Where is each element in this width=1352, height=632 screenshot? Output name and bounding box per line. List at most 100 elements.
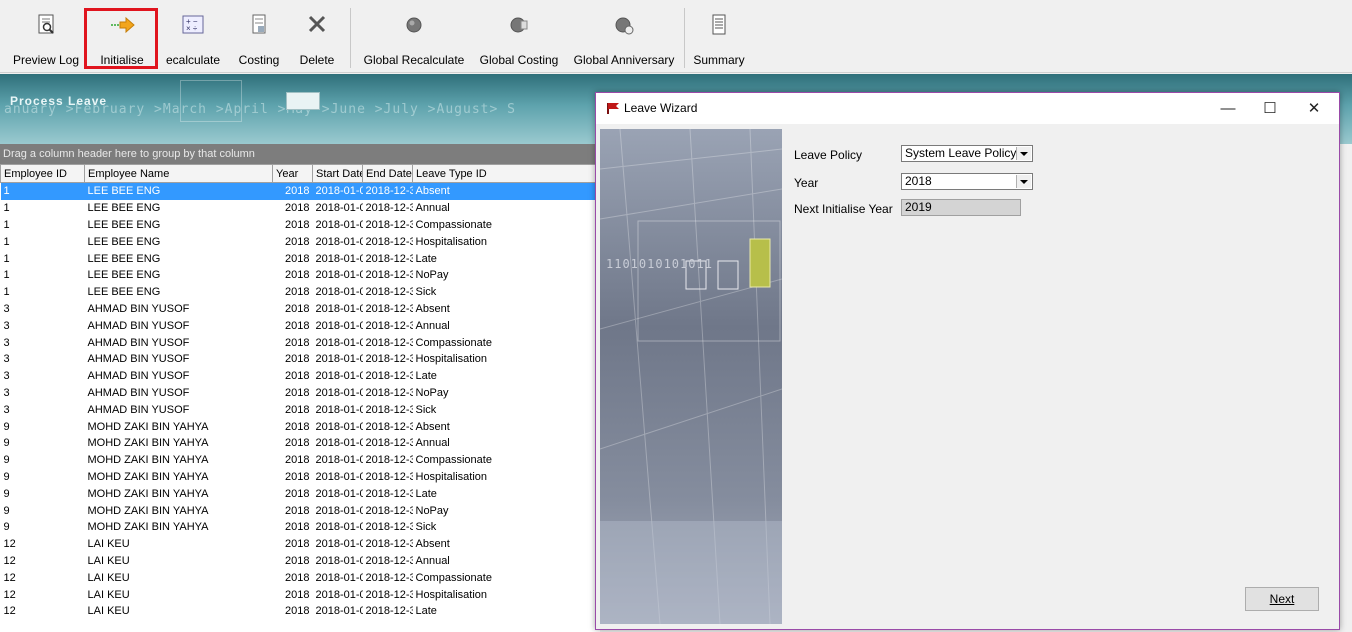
cell-employee-id: 3	[3, 386, 10, 399]
table-row[interactable]: 9 MOHD ZAKI BIN YAHYA 2018 2018-01-012018-1…	[1, 485, 601, 502]
table-row[interactable]: 3 AHMAD BIN YUSOF 2018 2018-01-012018-12-31…	[1, 351, 601, 368]
table-row[interactable]: 9 MOHD ZAKI BIN YAHYA 2018 2018-01-012018-1…	[1, 502, 601, 519]
recalculate-button[interactable]: + − × ÷ ecalculate	[160, 6, 226, 68]
leave-policy-select[interactable]: System Leave Policy	[901, 145, 1033, 162]
table-row[interactable]: 3 AHMAD BIN YUSOF 2018 2018-01-012018-12-31…	[1, 334, 601, 351]
global-costing-button[interactable]: Global Costing	[474, 6, 564, 68]
cell-employee-id: 1	[3, 235, 10, 248]
cell-end-date: 2018-12-31	[365, 202, 413, 215]
cell-employee-name: LAI KEU	[87, 554, 130, 567]
banner-thumbnail	[286, 92, 320, 110]
summary-button[interactable]: Summary	[690, 6, 748, 68]
cell-employee-name: LEE BEE ENG	[87, 235, 161, 248]
leave-wizard-dialog: Leave Wizard — ☐ ✕ 1101010101011 Leave P…	[595, 92, 1340, 630]
table-row[interactable]: 12 LAI KEU 2018 2018-01-012018-12-31Hospita…	[1, 586, 601, 603]
cell-end-date: 2018-12-31	[365, 487, 413, 500]
cell-end-date: 2018-12-31	[365, 605, 413, 618]
table-row[interactable]: 12 LAI KEU 2018 2018-01-012018-12-31Late	[1, 603, 601, 620]
cell-year: 2018	[285, 588, 310, 601]
cell-start-date: 2018-01-01	[315, 252, 363, 265]
cell-leave-type-id: Annual	[415, 319, 450, 332]
table-row[interactable]: 3 AHMAD BIN YUSOF 2018 2018-01-012018-12-31…	[1, 385, 601, 402]
table-row[interactable]: 9 MOHD ZAKI BIN YAHYA 2018 2018-01-012018-1…	[1, 418, 601, 435]
cell-year: 2018	[285, 521, 310, 534]
cell-year: 2018	[285, 319, 310, 332]
table-row[interactable]: 1 LEE BEE ENG 2018 2018-01-012018-12-31Comp…	[1, 217, 601, 234]
col-header-employee-id[interactable]: Employee ID	[0, 164, 85, 183]
table-row[interactable]: 9 MOHD ZAKI BIN YAHYA 2018 2018-01-012018-1…	[1, 435, 601, 452]
cell-leave-type-id: NoPay	[415, 269, 449, 282]
col-header-start-date[interactable]: Start Date	[312, 164, 363, 183]
cell-leave-type-id: Sick	[415, 403, 437, 416]
cell-end-date: 2018-12-31	[365, 554, 413, 567]
cell-end-date: 2018-12-31	[365, 437, 413, 450]
table-row[interactable]: 12 LAI KEU 2018 2018-01-012018-12-31Absent	[1, 536, 601, 553]
summary-label: Summary	[693, 53, 745, 67]
year-label: Year	[794, 176, 819, 190]
cell-employee-id: 9	[3, 454, 10, 467]
summary-icon	[712, 14, 726, 35]
minimize-button[interactable]: —	[1206, 97, 1250, 121]
year-select[interactable]: 2018	[901, 173, 1033, 190]
global-anniversary-button[interactable]: Global Anniversary	[570, 6, 678, 68]
cell-start-date: 2018-01-01	[315, 437, 363, 450]
chevron-down-icon[interactable]	[1016, 147, 1031, 160]
costing-button[interactable]: Costing	[234, 6, 284, 68]
cell-end-date: 2018-12-31	[365, 403, 413, 416]
cell-employee-name: LEE BEE ENG	[87, 202, 161, 215]
next-button-label: Next	[1269, 592, 1295, 606]
table-row[interactable]: 3 AHMAD BIN YUSOF 2018 2018-01-012018-12-31…	[1, 317, 601, 334]
col-header-employee-name[interactable]: Employee Name	[84, 164, 273, 183]
table-row[interactable]: 1 LEE BEE ENG 2018 2018-01-012018-12-31NoPa…	[1, 267, 601, 284]
table-row[interactable]: 9 MOHD ZAKI BIN YAHYA 2018 2018-01-012018-1…	[1, 452, 601, 469]
cell-leave-type-id: NoPay	[415, 386, 449, 399]
table-row[interactable]: 1 LEE BEE ENG 2018 2018-01-012018-12-31Annu…	[1, 200, 601, 217]
table-row[interactable]: 12 LAI KEU 2018 2018-01-012018-12-31Compass…	[1, 569, 601, 586]
table-row[interactable]: 3 AHMAD BIN YUSOF 2018 2018-01-012018-12-31…	[1, 401, 601, 418]
table-row[interactable]: 3 AHMAD BIN YUSOF 2018 2018-01-012018-12-31…	[1, 368, 601, 385]
delete-button[interactable]: Delete	[292, 6, 342, 68]
cell-employee-id: 12	[3, 554, 16, 567]
table-row[interactable]: 1 LEE BEE ENG 2018 2018-01-012018-12-31Sick	[1, 284, 601, 301]
maximize-button[interactable]: ☐	[1248, 97, 1292, 121]
cell-employee-id: 1	[3, 252, 10, 265]
cell-leave-type-id: Compassionate	[415, 218, 492, 231]
table-row[interactable]: 12 LAI KEU 2018 2018-01-012018-12-31Annual	[1, 553, 601, 570]
next-button[interactable]: Next	[1245, 587, 1319, 611]
cell-employee-id: 3	[3, 370, 10, 383]
cell-year: 2018	[285, 571, 310, 584]
cell-end-date: 2018-12-31	[365, 302, 413, 315]
table-row[interactable]: 9 MOHD ZAKI BIN YAHYA 2018 2018-01-012018-1…	[1, 469, 601, 486]
cell-year: 2018	[285, 605, 310, 618]
table-row[interactable]: 1 LEE BEE ENG 2018 2018-01-012018-12-31Late	[1, 250, 601, 267]
group-by-hint[interactable]: Drag a column header here to group by th…	[0, 144, 600, 164]
col-header-leave-type-id[interactable]: Leave Type ID	[412, 164, 600, 183]
table-row[interactable]: 1LEE BEE ENG20182018-01-012018-12-31Abse…	[0, 182, 600, 200]
cell-employee-id: 1	[3, 286, 10, 299]
table-row[interactable]: 3 AHMAD BIN YUSOF 2018 2018-01-012018-12-31…	[1, 301, 601, 318]
global-recalculate-button[interactable]: Global Recalculate	[358, 6, 470, 68]
table-row[interactable]: 1 LEE BEE ENG 2018 2018-01-012018-12-31Hosp…	[1, 233, 601, 250]
dialog-title: Leave Wizard	[624, 101, 698, 115]
col-header-year[interactable]: Year	[272, 164, 313, 183]
cell-employee-id: 9	[3, 437, 10, 450]
table-row[interactable]: 9 MOHD ZAKI BIN YAHYA 2018 2018-01-012018-1…	[1, 519, 601, 536]
dialog-titlebar[interactable]: Leave Wizard — ☐ ✕	[596, 93, 1339, 124]
close-button[interactable]: ✕	[1292, 97, 1336, 121]
col-header-end-date[interactable]: End Date	[362, 164, 413, 183]
cell-employee-name: AHMAD BIN YUSOF	[87, 386, 190, 399]
chevron-down-icon[interactable]	[1016, 175, 1031, 188]
cell-start-date: 2018-01-01	[315, 202, 363, 215]
year-value: 2018	[905, 174, 932, 188]
cell-employee-id: 12	[3, 571, 16, 584]
cell-end-date: 2018-12-31	[365, 504, 413, 517]
preview-log-button[interactable]: Preview Log	[10, 6, 82, 68]
cell-start-date: 2018-01-01	[315, 370, 363, 383]
leave-policy-label: Leave Policy	[794, 148, 863, 162]
cell-start-date: 2018-01-01	[315, 319, 363, 332]
cell-end-date: 2018-12-31	[365, 571, 413, 584]
cell-start-date: 2018-01-01	[315, 470, 363, 483]
cell-leave-type-id: Compassionate	[415, 336, 492, 349]
cell-employee-id: 3	[3, 319, 10, 332]
grid-body: 1LEE BEE ENG20182018-01-012018-12-31Abse…	[0, 182, 601, 620]
